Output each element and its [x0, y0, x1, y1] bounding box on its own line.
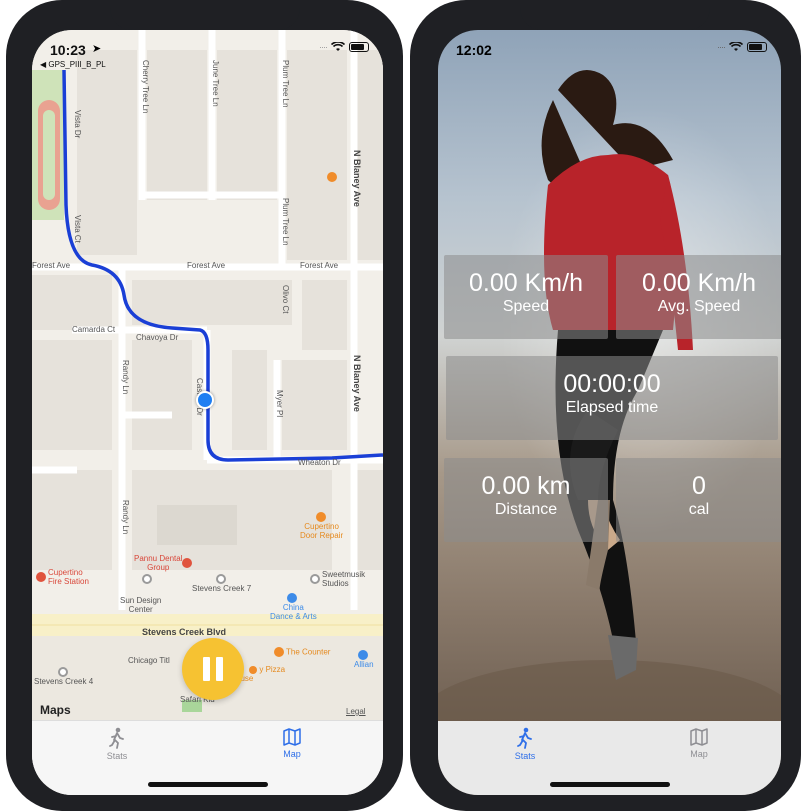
tooth-icon	[182, 558, 193, 568]
street-label: Plum Tree Ln	[281, 198, 290, 246]
poi-door-repair[interactable]: Cupertino Door Repair	[300, 512, 343, 540]
street-label: Randy Ln	[121, 500, 130, 535]
place-icon	[310, 574, 320, 584]
map-screen: 10:23 ➤ ◀ GPS_PIII_B_PL ···· Forest Ave …	[32, 30, 383, 795]
speed-value: 0.00 Km/h	[469, 269, 583, 297]
back-to-app-link[interactable]: ◀ GPS_PIII_B_PL	[40, 60, 106, 69]
street-label: Wheaton Dr	[298, 458, 341, 467]
signal-icon: ····	[717, 42, 726, 52]
speed-card: 0.00 Km/h Speed	[444, 255, 608, 339]
pause-button[interactable]	[182, 638, 244, 700]
place-icon	[215, 574, 226, 584]
fire-station-icon	[36, 572, 46, 582]
poi-dental[interactable]: Pannu Dental Group	[134, 554, 194, 572]
poi-sweetmusik[interactable]: Sweetmusik Studios	[310, 570, 365, 588]
repair-icon	[315, 512, 326, 522]
restaurant-icon	[274, 647, 284, 657]
street-label: Randy Ln	[121, 360, 130, 395]
calories-value: 0	[692, 472, 706, 500]
place-icon	[142, 574, 152, 584]
street-label: N Blaney Ave	[352, 150, 362, 207]
pause-bar	[216, 657, 223, 681]
status-icons: ····	[319, 42, 369, 52]
elapsed-time-card: 00:00:00 Elapsed time	[446, 356, 778, 440]
distance-value: 0.00 km	[481, 472, 571, 500]
current-location-dot	[196, 391, 214, 409]
walking-figure-icon	[517, 727, 532, 749]
legal-link[interactable]: Legal	[346, 707, 366, 716]
battery-icon	[747, 42, 767, 52]
calories-label: cal	[688, 501, 710, 518]
poi-the-counter[interactable]: The Counter	[274, 647, 330, 657]
tab-stats[interactable]: Stats	[480, 727, 570, 761]
battery-icon	[349, 42, 369, 52]
tab-stats[interactable]: Stats	[72, 727, 162, 761]
pause-bar	[203, 657, 210, 681]
status-icons: ····	[717, 42, 767, 52]
map-icon	[690, 728, 708, 746]
home-indicator	[147, 782, 268, 787]
street-label: Forest Ave	[300, 261, 339, 270]
poi-china-dance[interactable]: China Dance & Arts	[270, 593, 317, 621]
map-icon	[283, 728, 301, 746]
poi-chicago-title[interactable]: Chicago Titl	[128, 656, 170, 665]
map-view[interactable]	[32, 30, 383, 725]
poi-stevens-creek-4[interactable]: Stevens Creek 4	[34, 667, 93, 686]
street-label: Plum Tree Ln	[281, 60, 290, 108]
elapsed-time-value: 00:00:00	[563, 370, 661, 398]
street-label: June Tree Ln	[211, 60, 220, 107]
location-arrow-icon: ➤	[92, 43, 102, 55]
elapsed-time-label: Elapsed time	[565, 399, 659, 416]
distance-card: 0.00 km Distance	[444, 458, 608, 542]
place-icon	[357, 650, 368, 660]
poi-sun-design[interactable]: Sun Design Center	[120, 596, 161, 614]
tab-map[interactable]: Map	[654, 727, 744, 759]
tab-bar: Stats Map	[32, 720, 383, 795]
stats-screen: 12:02 ···· 0.00 Km/h Speed 0.00 Km/h Avg…	[438, 30, 781, 795]
speed-label: Speed	[502, 298, 550, 315]
poi-marker-orange[interactable]	[327, 172, 337, 182]
street-label: Vista Ct	[73, 215, 82, 243]
notch	[109, 0, 300, 30]
avg-speed-label: Avg. Speed	[657, 298, 741, 315]
walking-figure-icon	[109, 727, 124, 749]
poi-fire-station[interactable]: Cupertino Fire Station	[36, 568, 89, 586]
avg-speed-card: 0.00 Km/h Avg. Speed	[616, 255, 781, 339]
street-label: Forest Ave	[187, 261, 226, 270]
status-time: 12:02	[456, 42, 492, 58]
poi-marker-gray[interactable]	[142, 574, 154, 584]
poi-alliance[interactable]: Allian	[354, 650, 374, 669]
street-label: Stevens Creek Blvd	[142, 627, 227, 637]
avg-speed-value: 0.00 Km/h	[642, 269, 756, 297]
place-icon	[57, 667, 68, 677]
status-time: 10:23	[50, 42, 86, 58]
street-label: Vista Dr	[73, 110, 82, 139]
street-label: Olivo Ct	[281, 285, 290, 314]
wifi-icon	[331, 42, 345, 51]
notch	[520, 0, 710, 30]
home-indicator	[549, 782, 670, 787]
street-label: Chavoya Dr	[136, 333, 179, 342]
street-label: Myer Pl	[275, 390, 284, 418]
stats-phone: 12:02 ···· 0.00 Km/h Speed 0.00 Km/h Avg…	[410, 0, 801, 811]
street-label: Forest Ave	[32, 261, 71, 270]
apple-maps-logo: Maps	[40, 703, 71, 717]
calories-card: 0 cal	[616, 458, 781, 542]
wifi-icon	[729, 42, 743, 51]
street-label: Camarda Ct	[72, 325, 116, 334]
street-label: N Blaney Ave	[352, 355, 362, 412]
music-icon	[287, 593, 298, 603]
tab-bar: Stats Map	[438, 721, 781, 795]
tab-map[interactable]: Map	[247, 727, 337, 759]
signal-icon: ····	[319, 42, 328, 52]
distance-label: Distance	[494, 501, 558, 518]
street-label: Cherry Tree Ln	[141, 60, 150, 114]
poi-stevens-creek-7[interactable]: Stevens Creek 7	[192, 574, 251, 593]
pizza-icon	[249, 665, 258, 674]
map-phone: 10:23 ➤ ◀ GPS_PIII_B_PL ···· Forest Ave …	[6, 0, 403, 811]
